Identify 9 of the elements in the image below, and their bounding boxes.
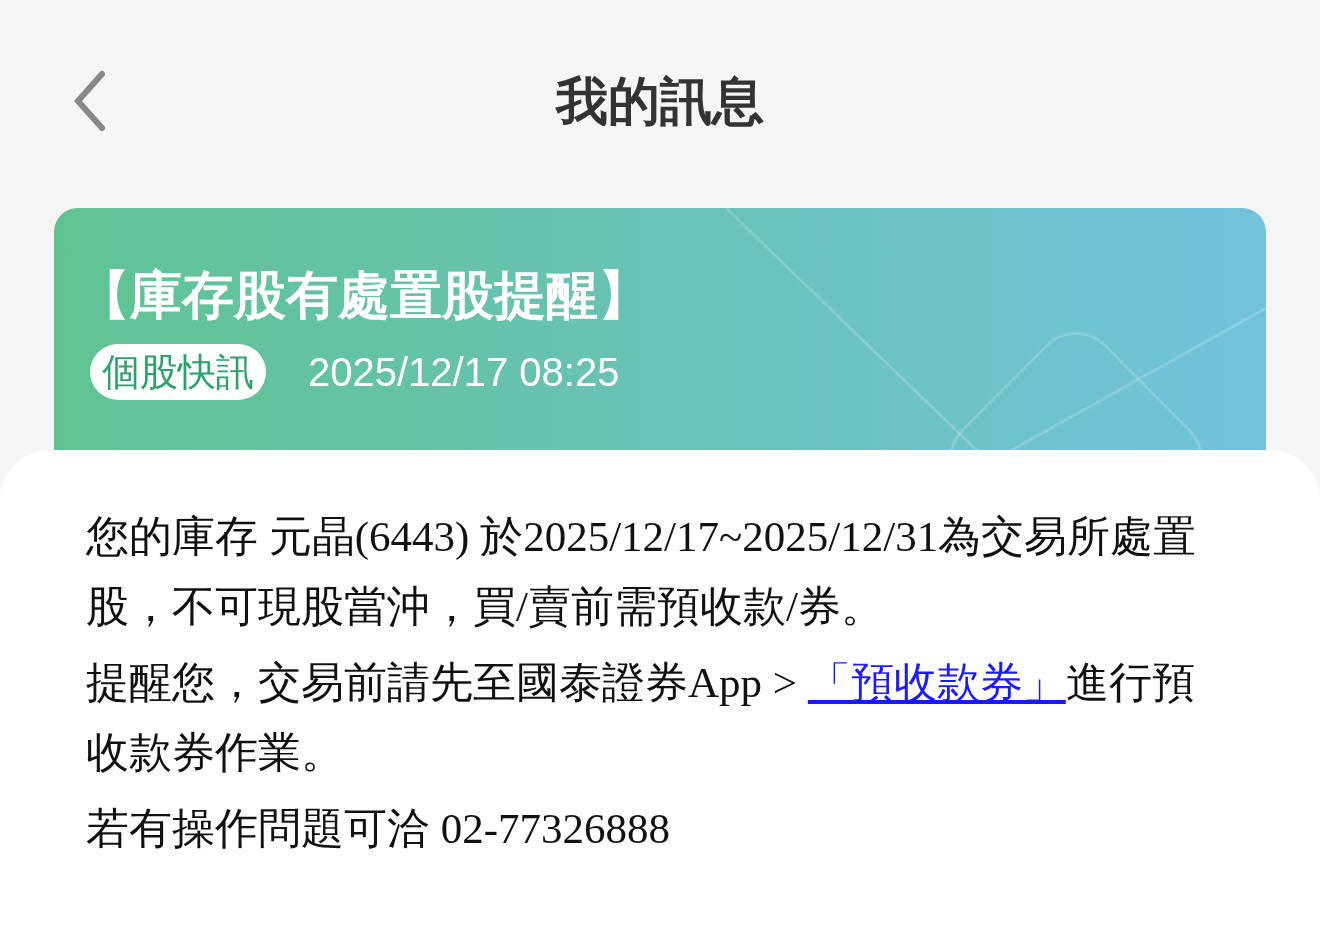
prepayment-link[interactable]: 「預收款券」	[807, 659, 1066, 706]
page-title: 我的訊息	[556, 71, 764, 132]
message-title: 【庫存股有處置股提醒】	[78, 265, 651, 326]
back-icon[interactable]	[72, 70, 108, 132]
message-paragraph: 提醒您，交易前請先至國泰證券App > 「預收款券」進行預收款券作業。	[86, 658, 1196, 778]
message-paragraph: 若有操作問題可洽 02-77326888	[86, 804, 672, 854]
message-paragraph: 您的庫存 元晶(6443) 於2025/12/17~2025/12/31為交易所處置股，不可現股當沖，買/賣前需預收款/券。	[86, 512, 1198, 632]
message-time: 2025/12/17 08:25	[308, 349, 620, 395]
category-tag: 個股快訊	[90, 344, 266, 400]
